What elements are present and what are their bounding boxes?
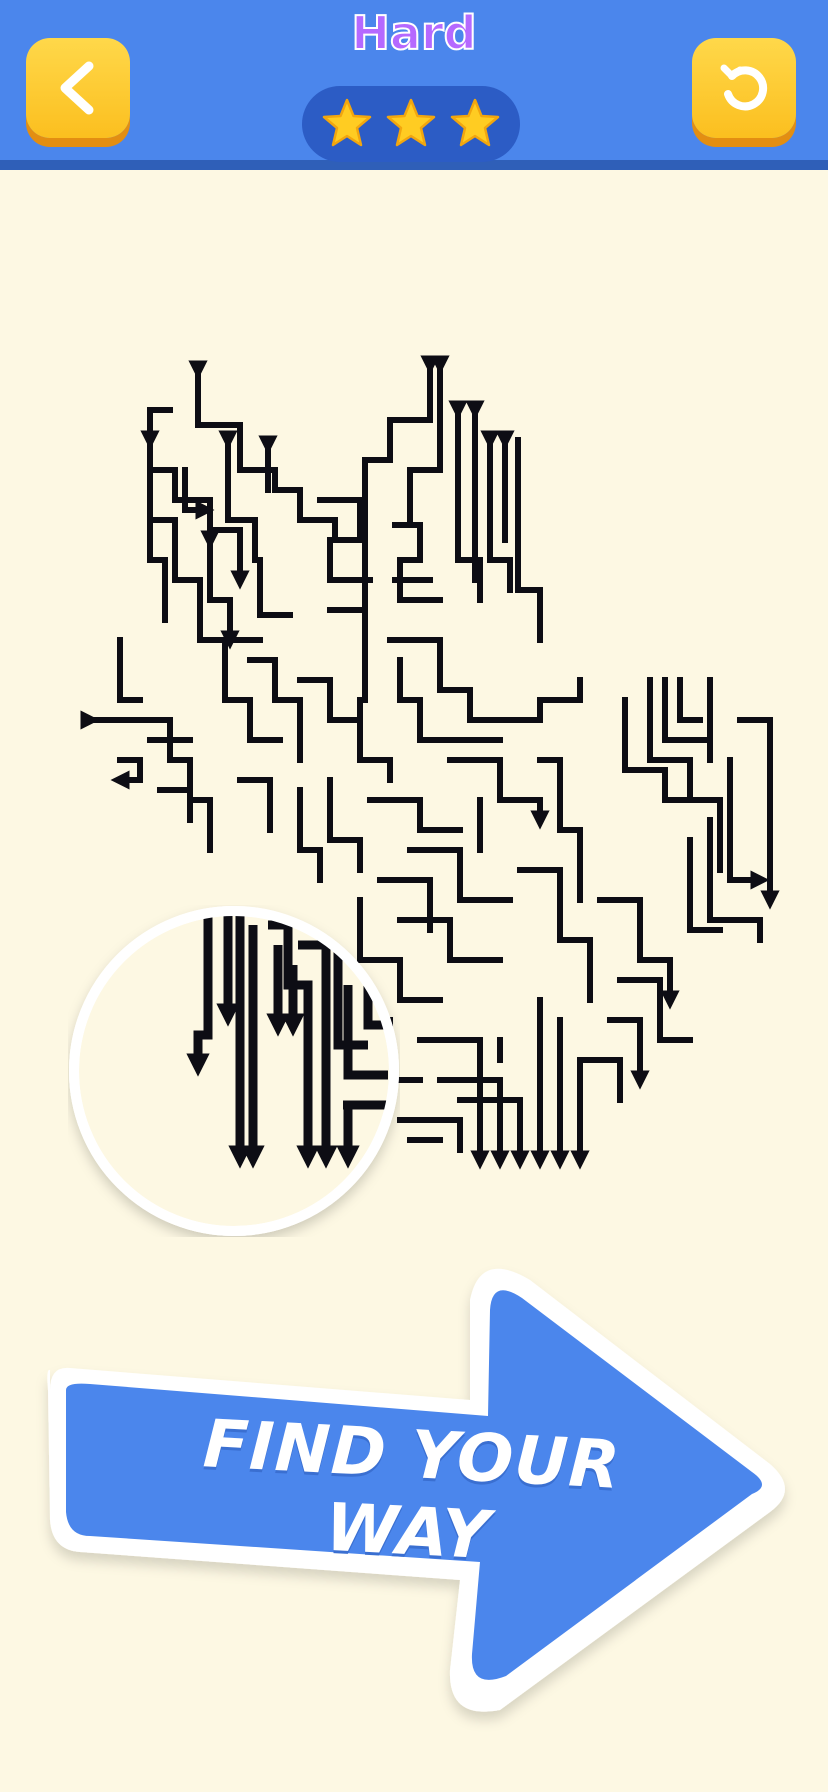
magnifier-lens xyxy=(68,905,400,1237)
star-rating xyxy=(302,86,520,162)
restart-button[interactable] xyxy=(692,38,796,138)
chevron-left-icon xyxy=(60,61,94,115)
star-icon xyxy=(450,98,500,147)
star-icon xyxy=(386,98,436,147)
star-icon xyxy=(322,98,372,147)
restart-icon xyxy=(720,64,768,111)
promo-banner-text: FIND YOUR WAY xyxy=(201,1405,623,1575)
